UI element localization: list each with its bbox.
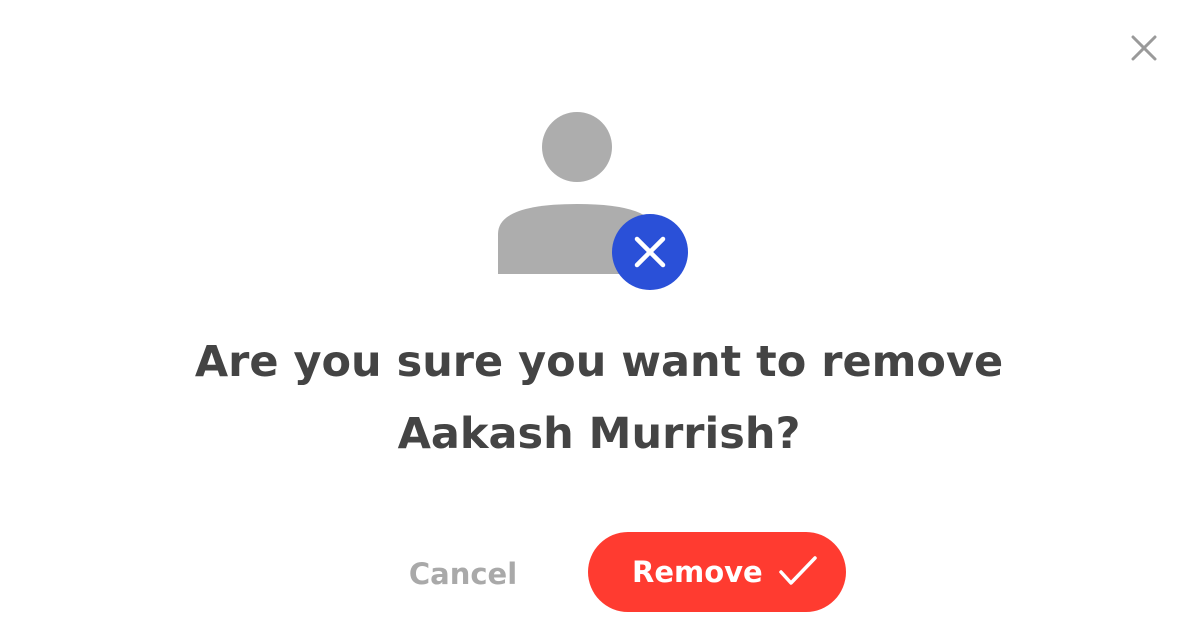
cancel-button[interactable]: Cancel	[400, 544, 526, 604]
dialog-title: Are you sure you want to remove Aakash M…	[0, 326, 1198, 470]
close-icon	[1131, 35, 1157, 61]
remove-button[interactable]: Remove	[588, 532, 846, 612]
avatar	[496, 110, 690, 292]
remove-x-icon	[634, 236, 666, 268]
remove-button-label: Remove	[632, 555, 763, 589]
remove-member-dialog: Are you sure you want to remove Aakash M…	[0, 0, 1198, 642]
close-button[interactable]	[1124, 28, 1164, 68]
remove-badge	[612, 214, 688, 290]
checkmark-icon	[779, 556, 817, 585]
dialog-title-text: Are you sure you want to remove Aakash M…	[194, 337, 1004, 459]
